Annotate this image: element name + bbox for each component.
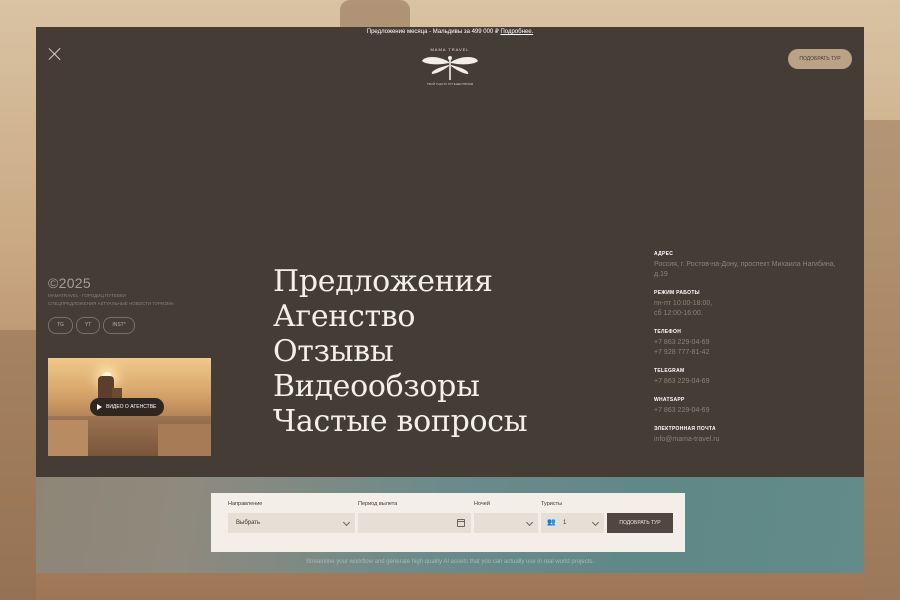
- calendar-icon: [457, 519, 465, 527]
- hours-label: РЕЖИМ РАБОТЫ: [654, 290, 700, 296]
- copyright-line: СПЕЦПРЕДЛОЖЕНИЯ АКТУАЛЬНЫЕ НОВОСТИ ТУРИЗ…: [48, 301, 174, 306]
- period-label: Период вылета: [358, 501, 398, 507]
- copyright-year: ©2025: [48, 275, 91, 291]
- background-rock: [340, 0, 410, 30]
- promo-link[interactable]: Подробнее.: [500, 29, 533, 35]
- footnote: Streamline your workflow and generate hi…: [305, 559, 595, 565]
- logo-bottom-text: ТВОЙ ГИД ПО ПУТЕШЕСТВИЯМ: [426, 82, 474, 86]
- nights-select[interactable]: [474, 513, 538, 533]
- video-thumbnail-building: [158, 424, 211, 456]
- email-link[interactable]: info@mama-travel.ru: [654, 435, 844, 445]
- phone-link[interactable]: +7 928 777-81-42: [654, 348, 844, 358]
- whatsapp-link[interactable]: +7 863 229-04-69: [654, 406, 844, 416]
- video-button-label: ВИДЕО О АГЕНСТВЕ: [106, 404, 157, 410]
- chevron-down-icon: [525, 518, 534, 527]
- contacts-block: АДРЕС Россия, г. Ростов-на-Дону, проспек…: [654, 251, 844, 455]
- phone-label: ТЕЛЕФОН: [654, 329, 682, 335]
- tourists-value: 1: [563, 520, 567, 526]
- logo-top-text: MAMA TRAVEL: [430, 47, 470, 52]
- close-icon[interactable]: [48, 47, 62, 61]
- background-rock: [864, 120, 900, 600]
- background-rock: [0, 330, 36, 600]
- tourists-select[interactable]: 👥 1: [541, 513, 604, 533]
- direction-select[interactable]: Выбрать: [228, 513, 355, 533]
- hours-saturday: сб 12:00-16:00.: [654, 310, 703, 317]
- promo-bar: Предложение месяца - Мальдивы за 499 000…: [36, 28, 864, 36]
- people-icon: 👥: [547, 519, 556, 526]
- direction-label: Направление: [228, 501, 263, 507]
- menu-item-video-reviews[interactable]: Видеообзоры: [273, 369, 527, 404]
- social-inst-button[interactable]: INST*: [103, 317, 135, 334]
- video-play-button[interactable]: ВИДЕО О АГЕНСТВЕ: [90, 398, 165, 416]
- telegram-link[interactable]: +7 863 229-04-69: [654, 377, 844, 387]
- chevron-down-icon: [591, 518, 600, 527]
- main-menu: Предложения Агенство Отзывы Видеообзоры …: [273, 264, 528, 439]
- nights-label: Ночей: [474, 501, 490, 507]
- video-thumbnail-building: [48, 420, 88, 456]
- play-icon: [97, 404, 102, 410]
- telegram-label: TELEGRAM: [654, 368, 685, 374]
- search-submit-button[interactable]: ПОДОБРАТЬ ТУР: [607, 513, 673, 533]
- find-tour-button[interactable]: ПОДОБРАТЬ ТУР: [788, 49, 852, 69]
- copyright-line: MAMATRAVEL - ГОРОДИЦ ПУТЕВКИ: [48, 293, 126, 298]
- tour-search-form: Направление Выбрать Период вылета Ночей …: [211, 493, 685, 552]
- promo-text: Предложение месяца - Мальдивы за 499 000…: [366, 29, 499, 35]
- direction-value: Выбрать: [236, 520, 261, 526]
- video-card[interactable]: ВИДЕО О АГЕНСТВЕ: [48, 358, 211, 456]
- menu-overlay: Предложение месяца - Мальдивы за 499 000…: [36, 27, 864, 573]
- social-links: TG YT INST*: [48, 317, 135, 334]
- whatsapp-label: WHATSAPP: [654, 397, 685, 403]
- social-tg-button[interactable]: TG: [48, 317, 73, 334]
- chevron-down-icon: [342, 518, 351, 527]
- period-input[interactable]: [358, 513, 471, 533]
- social-yt-button[interactable]: YT: [75, 317, 101, 334]
- hours-weekdays: пн-пт 10:00-18:00,: [654, 300, 713, 307]
- dragonfly-logo-icon: [422, 56, 478, 80]
- address-label: АДРЕС: [654, 251, 674, 257]
- copyright-block: ©2025 MAMATRAVEL - ГОРОДИЦ ПУТЕВКИ СПЕЦП…: [48, 275, 223, 307]
- tourists-label: Туристы: [541, 501, 563, 507]
- logo[interactable]: MAMA TRAVEL ТВОЙ ГИД ПО ПУТЕШЕСТВИЯМ: [416, 45, 484, 91]
- menu-item-reviews[interactable]: Отзывы: [273, 334, 527, 369]
- menu-item-offers[interactable]: Предложения: [273, 264, 527, 299]
- email-label: ЭЛЕКТРОННАЯ ПОЧТА: [654, 426, 716, 432]
- phone-link[interactable]: +7 863 229-04-69: [654, 338, 844, 348]
- address-value: Россия, г. Ростов-на-Дону, проспект Миха…: [654, 261, 836, 278]
- menu-item-faq[interactable]: Частые вопросы: [273, 404, 528, 439]
- menu-item-agency[interactable]: Агенство: [273, 299, 527, 334]
